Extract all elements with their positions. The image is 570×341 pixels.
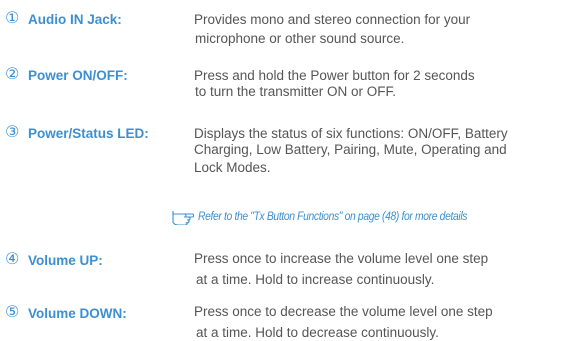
description-line: Lock Modes.	[194, 160, 271, 175]
item-description: Provides mono and stereo connection for …	[194, 12, 470, 47]
description-line: microphone or other sound source.	[195, 31, 405, 46]
pointing-hand-icon	[172, 211, 194, 225]
item-label: Audio IN Jack:	[28, 12, 122, 27]
item-label: Volume DOWN:	[28, 306, 127, 321]
item-description: Press once to increase the volume level …	[194, 251, 488, 288]
description-line: at a time. Hold to decrease continuously…	[196, 325, 439, 340]
item-number: ⑤	[5, 302, 20, 321]
description-line: Press and hold the Power button for 2 se…	[194, 68, 475, 83]
description-line: Press once to decrease the volume level …	[194, 304, 493, 319]
description-line: to turn the transmitter ON or OFF.	[195, 84, 397, 99]
item-number: ③	[5, 122, 20, 141]
item-label: Volume UP:	[28, 253, 103, 268]
item-number: ④	[5, 249, 20, 268]
item-description: Press and hold the Power button for 2 se…	[194, 68, 475, 100]
description-line: Charging, Low Battery, Pairing, Mute, Op…	[194, 142, 507, 157]
description-line: at a time. Hold to increase continuously…	[196, 272, 435, 287]
item-label: Power ON/OFF:	[28, 68, 128, 83]
note-text: Refer to the "Tx Button Functions" on pa…	[198, 211, 468, 223]
item-number: ①	[5, 8, 20, 27]
item-label: Power/Status LED:	[28, 126, 149, 141]
description-line: Provides mono and stereo connection for …	[194, 12, 471, 27]
description-line: Press once to increase the volume level …	[194, 251, 489, 266]
item-description: Displays the status of six functions: ON…	[194, 126, 508, 176]
item-number: ②	[5, 64, 20, 83]
description-line: Displays the status of six functions: ON…	[194, 126, 508, 141]
